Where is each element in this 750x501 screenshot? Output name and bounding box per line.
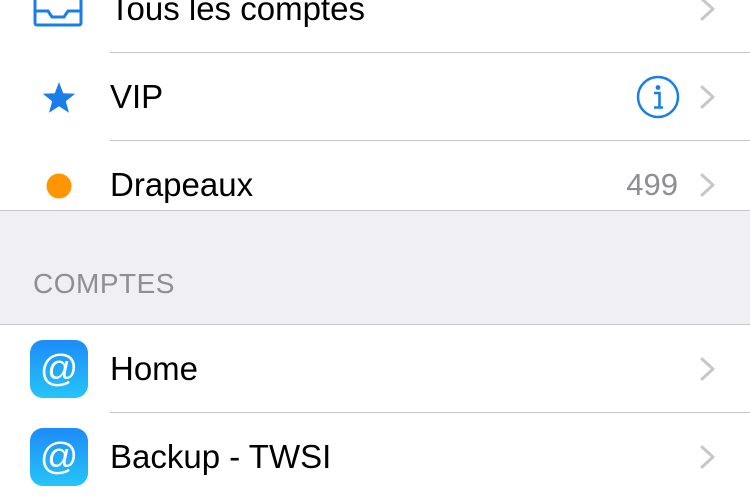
account-row-backup-twsi[interactable]: @ Backup - TWSI xyxy=(0,413,750,501)
star-icon xyxy=(30,69,88,127)
flag-dot-icon xyxy=(30,157,88,215)
mailbox-row-flagged[interactable]: Drapeaux 499 xyxy=(0,141,750,229)
at-glyph: @ xyxy=(40,348,79,390)
chevron-right-icon xyxy=(692,82,722,112)
accounts-group: @ Home @ Backup - TWSI xyxy=(0,324,750,501)
info-icon[interactable] xyxy=(636,75,680,119)
mail-account-icon: @ xyxy=(30,428,88,486)
mail-account-icon: @ xyxy=(30,340,88,398)
mailboxes-group: Tous les comptes VIP Drapeaux 499 xyxy=(0,0,750,211)
chevron-right-icon xyxy=(692,442,722,472)
at-glyph: @ xyxy=(40,436,79,478)
inbox-icon xyxy=(30,0,88,39)
account-label: Home xyxy=(110,350,199,387)
chevron-right-icon xyxy=(692,170,722,200)
mailbox-label: Tous les comptes xyxy=(110,0,365,27)
account-row-home[interactable]: @ Home xyxy=(0,325,750,413)
mailbox-row-vip[interactable]: VIP xyxy=(0,53,750,141)
mailbox-label: Drapeaux xyxy=(110,166,254,203)
chevron-right-icon xyxy=(692,354,722,384)
mailbox-label: VIP xyxy=(110,78,164,115)
mailbox-row-all-accounts[interactable]: Tous les comptes xyxy=(0,0,750,53)
chevron-right-icon xyxy=(692,0,722,24)
account-label: Backup - TWSI xyxy=(110,438,332,475)
section-header-accounts: COMPTES xyxy=(33,268,175,299)
unread-count: 499 xyxy=(626,167,678,202)
